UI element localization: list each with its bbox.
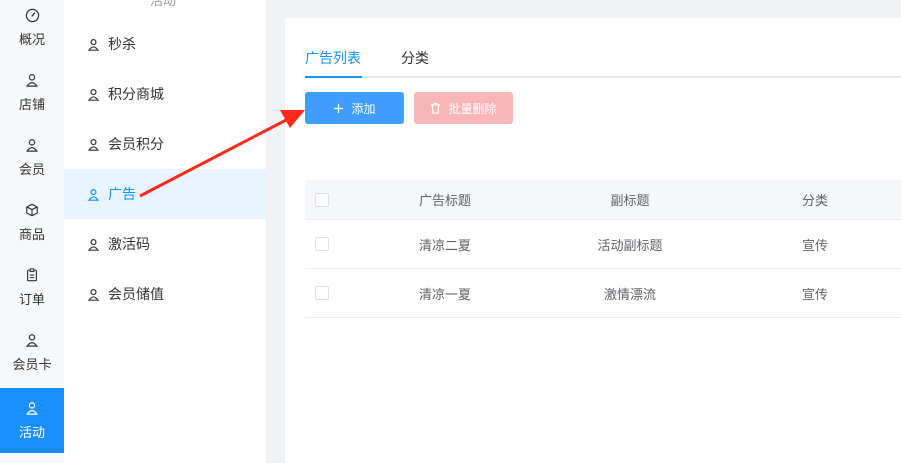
rail-item-store[interactable]: 店铺	[0, 60, 64, 125]
batch-delete-button-label: 批量删除	[448, 101, 497, 116]
rail-item-overview[interactable]: 概况	[0, 0, 64, 60]
rail-item-member-card[interactable]: 会员卡	[0, 320, 64, 385]
table-row[interactable]: 清凉二夏 活动副标题 宣传	[305, 220, 901, 269]
user-icon	[86, 137, 100, 151]
select-all-cell	[305, 180, 339, 219]
rail-item-label: 会员卡	[12, 358, 52, 373]
user-icon	[24, 72, 40, 88]
rail-item-activity[interactable]: 活动	[0, 388, 64, 453]
ad-management-panel: 广告列表 分类 添加 批量删除 广告标题 副标题 分类 清凉二夏 活动副标题 宣…	[285, 18, 901, 463]
add-button[interactable]: 添加	[305, 92, 404, 124]
rail-item-label: 活动	[18, 426, 45, 441]
trash-icon	[430, 102, 441, 114]
tab-ad-list[interactable]: 广告列表	[305, 48, 361, 78]
rail-item-members[interactable]: 会员	[0, 125, 64, 190]
rail-item-label: 概况	[18, 33, 45, 48]
subnav-item-label: 秒杀	[108, 37, 136, 53]
rail-item-products[interactable]: 商品	[0, 190, 64, 255]
rail-item-orders[interactable]: 订单	[0, 255, 64, 320]
user-icon	[24, 137, 40, 153]
user-icon	[24, 332, 40, 348]
clipboard-icon	[24, 267, 40, 283]
user-icon	[86, 187, 100, 201]
rail-item-label: 订单	[18, 293, 45, 308]
subnav-item-member-stored-value[interactable]: 会员储值	[64, 269, 266, 319]
activity-subnav: 活动 秒杀 积分商城 会员积分 广告 激活码 会员储值	[64, 0, 266, 463]
user-icon	[86, 287, 100, 301]
ad-category-cell: 宣传	[801, 287, 828, 303]
user-icon	[24, 400, 40, 416]
ad-table: 广告标题 副标题 分类 清凉二夏 活动副标题 宣传 清凉一夏 激情漂流 宣传	[305, 180, 901, 318]
subnav-item-ads[interactable]: 广告	[64, 169, 266, 219]
dashboard-icon	[24, 7, 40, 23]
row-checkbox[interactable]	[315, 237, 329, 251]
user-icon	[86, 87, 100, 101]
plus-icon	[333, 103, 344, 114]
active-tab-indicator	[305, 76, 362, 78]
column-header-title[interactable]: 广告标题	[365, 180, 525, 219]
tab-bar: 广告列表 分类	[305, 48, 901, 78]
subnav-item-member-points[interactable]: 会员积分	[64, 119, 266, 169]
ad-title-cell: 清凉一夏	[418, 287, 471, 303]
table-header: 广告标题 副标题 分类	[305, 180, 901, 220]
ad-subtitle-cell: 活动副标题	[597, 238, 663, 254]
table-row[interactable]: 清凉一夏 激情漂流 宣传	[305, 269, 901, 318]
main-nav-rail: 概况 店铺 会员 商品 订单 会员卡 活动	[0, 0, 64, 463]
row-select-cell	[305, 220, 339, 268]
batch-delete-button[interactable]: 批量删除	[414, 92, 513, 124]
ad-title-cell: 清凉二夏	[418, 238, 471, 254]
user-icon	[86, 237, 100, 251]
ad-category-cell: 宣传	[801, 238, 828, 254]
select-all-checkbox[interactable]	[315, 192, 329, 207]
tab-category[interactable]: 分类	[401, 48, 429, 78]
add-button-label: 添加	[351, 101, 376, 116]
subnav-item-label: 会员积分	[108, 137, 164, 153]
subnav-item-activation-code[interactable]: 激活码	[64, 219, 266, 269]
box-icon	[24, 202, 40, 218]
subnav-item-flash-sale[interactable]: 秒杀	[64, 19, 266, 69]
subnav-item-label: 会员储值	[108, 287, 164, 303]
user-icon	[86, 37, 100, 51]
rail-item-label: 会员	[18, 163, 45, 178]
rail-item-label: 店铺	[18, 98, 45, 113]
app-root: 概况 店铺 会员 商品 订单 会员卡 活动 活动 秒杀 积分商城 会员积分 广告…	[0, 0, 901, 463]
subnav-item-label: 广告	[108, 187, 136, 203]
subnav-item-points-mall[interactable]: 积分商城	[64, 69, 266, 119]
rail-item-label: 商品	[18, 228, 45, 243]
column-header-subtitle[interactable]: 副标题	[555, 180, 705, 219]
row-select-cell	[305, 269, 339, 317]
subnav-group-title: 活动	[150, 0, 177, 9]
ad-subtitle-cell: 激情漂流	[603, 287, 656, 303]
row-checkbox[interactable]	[315, 286, 329, 300]
subnav-item-label: 激活码	[108, 237, 150, 253]
subnav-item-label: 积分商城	[108, 87, 164, 103]
column-header-category[interactable]: 分类	[745, 180, 885, 219]
